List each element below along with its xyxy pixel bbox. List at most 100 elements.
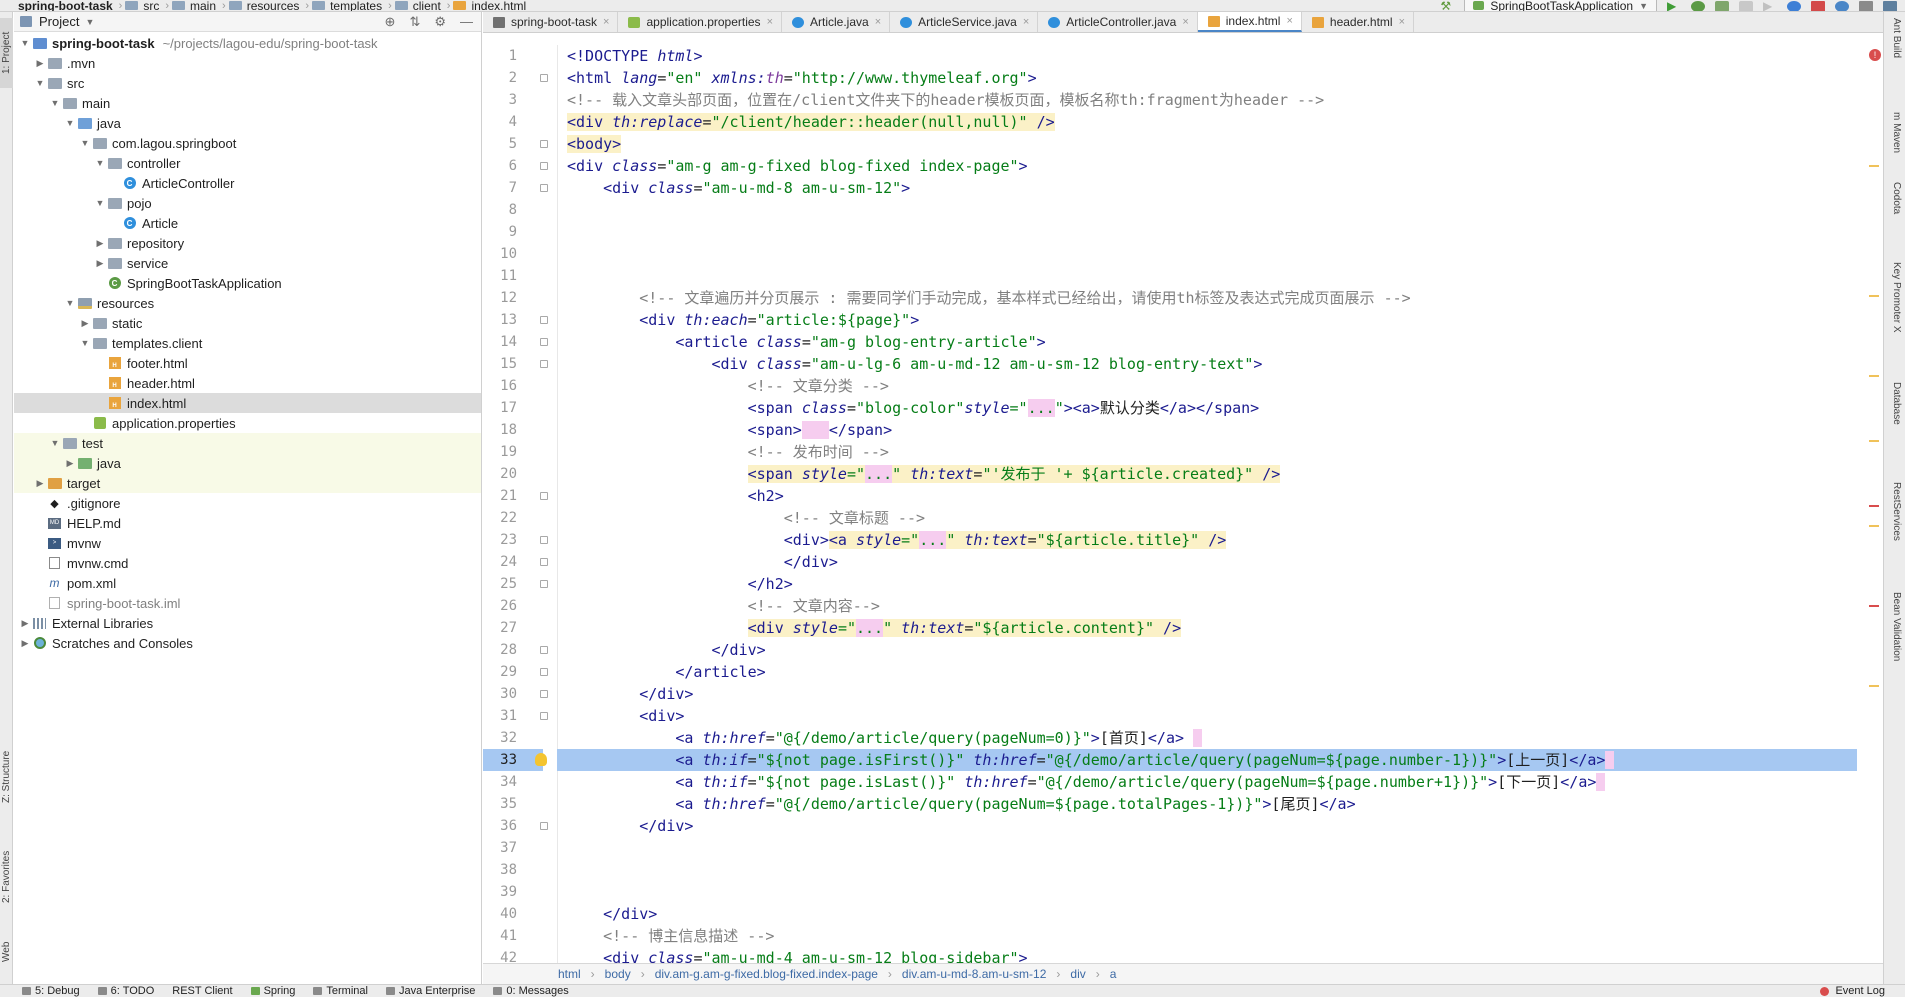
- nav-crumb-main[interactable]: main: [169, 0, 222, 11]
- chevron-down-icon[interactable]: ▼: [93, 158, 107, 168]
- fold-icon[interactable]: [540, 536, 548, 544]
- tree-item-static[interactable]: ▶ static: [14, 313, 481, 333]
- chevron-down-icon[interactable]: ▼: [78, 138, 92, 148]
- rest-services-tool-tab[interactable]: RestServices: [1888, 482, 1902, 541]
- error-stripe[interactable]: [1869, 45, 1879, 963]
- chevron-right-icon[interactable]: ▶: [33, 58, 47, 69]
- tree-item-footer-html[interactable]: Hfooter.html: [14, 353, 481, 373]
- chevron-right-icon[interactable]: ▶: [63, 458, 77, 469]
- tree-item-pom-xml[interactable]: m pom.xml: [14, 573, 481, 593]
- tree-item-external-libraries[interactable]: ▶ External Libraries: [14, 613, 481, 633]
- bean-validation-tool-tab[interactable]: Bean Validation: [1888, 592, 1902, 661]
- chevron-down-icon[interactable]: ▼: [63, 298, 77, 308]
- fold-icon[interactable]: [540, 74, 548, 82]
- code-lines[interactable]: 1 <!DOCTYPE html> 2 <html lang="en" xmlns:…: [483, 45, 1857, 963]
- chevron-right-icon[interactable]: ▶: [33, 478, 47, 489]
- close-icon[interactable]: ×: [1286, 15, 1292, 27]
- tree-item-help-md[interactable]: MD HELP.md: [14, 513, 481, 533]
- search-everywhere-icon[interactable]: [1835, 0, 1849, 11]
- lightbulb-icon[interactable]: [535, 753, 547, 766]
- tree-item-main[interactable]: ▼ main: [14, 93, 481, 113]
- tree-item-header-html[interactable]: Hheader.html: [14, 373, 481, 393]
- tree-item-mvn[interactable]: ▶ .mvn: [14, 53, 481, 73]
- chevron-right-icon[interactable]: ▶: [18, 618, 32, 629]
- todo-tool-button[interactable]: 6: TODO: [97, 985, 154, 997]
- structure-tool-tab[interactable]: Z: Structure: [0, 732, 13, 822]
- nav-crumb-src[interactable]: src: [122, 0, 165, 11]
- run-configuration-select[interactable]: SpringBootTaskApplication ▼: [1464, 0, 1657, 11]
- nav-crumb-templates[interactable]: templates: [309, 0, 388, 11]
- tab-articlecontroller-java[interactable]: ArticleController.java ×: [1038, 12, 1198, 32]
- tab-index-html[interactable]: index.html ×: [1197, 12, 1302, 32]
- tab-header-html[interactable]: header.html ×: [1302, 12, 1415, 32]
- tab-articleservice-java[interactable]: ArticleService.java ×: [890, 12, 1039, 32]
- hammer-icon[interactable]: ⚒: [1440, 0, 1454, 11]
- chevron-right-icon[interactable]: ▶: [78, 318, 92, 329]
- key-promoter-tool-tab[interactable]: Key Promoter X: [1888, 262, 1902, 333]
- debug-icon[interactable]: [1691, 0, 1705, 11]
- chevron-down-icon[interactable]: ▼: [63, 118, 77, 128]
- tree-item-project-root[interactable]: ▼ spring-boot-task ~/projects/lagou-edu/sp…: [14, 33, 481, 53]
- fold-icon[interactable]: [540, 822, 548, 830]
- chevron-right-icon[interactable]: ▶: [93, 258, 107, 269]
- spring-tool-button[interactable]: Spring: [250, 985, 295, 997]
- tab-application-properties[interactable]: application.properties ×: [618, 12, 782, 32]
- nav-crumb-file[interactable]: index.html: [450, 0, 532, 11]
- fold-icon[interactable]: [540, 360, 548, 368]
- fold-icon[interactable]: [540, 338, 548, 346]
- chevron-down-icon[interactable]: ▼: [18, 38, 32, 48]
- fold-icon[interactable]: [540, 140, 548, 148]
- tree-item-article[interactable]: C Article: [14, 213, 481, 233]
- tree-item-mvnw-cmd[interactable]: mvnw.cmd: [14, 553, 481, 573]
- breadcrumb-item[interactable]: div: [1070, 967, 1085, 981]
- coverage-icon[interactable]: [1715, 0, 1729, 11]
- tree-item-test-java[interactable]: ▶ java: [14, 453, 481, 473]
- stop-icon[interactable]: [1811, 0, 1825, 11]
- web-tool-tab[interactable]: Web: [0, 932, 13, 972]
- tree-item-scratches[interactable]: ▶ Scratches and Consoles: [14, 633, 481, 653]
- favorites-tool-tab[interactable]: 2: Favorites: [0, 832, 13, 922]
- chevron-right-icon[interactable]: ▶: [93, 238, 107, 249]
- close-icon[interactable]: ×: [1023, 16, 1029, 28]
- event-log-button[interactable]: Event Log: [1820, 985, 1905, 997]
- tree-item-repository[interactable]: ▶ repository: [14, 233, 481, 253]
- fold-icon[interactable]: [540, 162, 548, 170]
- tree-item-articlecontroller[interactable]: C ArticleController: [14, 173, 481, 193]
- chevron-right-icon[interactable]: ▶: [18, 638, 32, 649]
- messages-tool-button[interactable]: 0: Messages: [493, 985, 569, 997]
- fold-icon[interactable]: [540, 690, 548, 698]
- gear-icon[interactable]: ⚙: [434, 14, 446, 30]
- tree-item-package[interactable]: ▼ com.lagou.springboot: [14, 133, 481, 153]
- fold-icon[interactable]: [540, 580, 548, 588]
- chevron-down-icon[interactable]: ▼: [48, 98, 62, 108]
- fold-icon[interactable]: [540, 316, 548, 324]
- fold-icon[interactable]: [540, 558, 548, 566]
- project-tool-tab[interactable]: 1: Project: [0, 18, 13, 88]
- minimize-icon[interactable]: —: [460, 14, 473, 30]
- fold-icon[interactable]: [540, 492, 548, 500]
- nav-crumb-client[interactable]: client: [392, 0, 447, 11]
- rest-client-tool-button[interactable]: REST Client: [172, 985, 232, 997]
- tree-item-application-properties[interactable]: application.properties: [14, 413, 481, 433]
- tree-item-resources[interactable]: ▼ resources: [14, 293, 481, 313]
- profile-icon[interactable]: [1739, 0, 1753, 11]
- project-panel-title[interactable]: Project: [39, 14, 79, 29]
- nav-crumb-project[interactable]: spring-boot-task: [0, 0, 119, 11]
- chevron-down-icon[interactable]: ▼: [93, 198, 107, 208]
- update-icon[interactable]: [1787, 0, 1801, 11]
- tab-spring-boot-task[interactable]: spring-boot-task ×: [483, 12, 619, 32]
- close-icon[interactable]: ×: [767, 16, 773, 28]
- close-icon[interactable]: ×: [603, 16, 609, 28]
- database-tool-tab[interactable]: Database: [1888, 382, 1902, 425]
- breadcrumb-item[interactable]: div.am-g.am-g-fixed.blog-fixed.index-pag…: [655, 967, 878, 981]
- tree-item-java[interactable]: ▼ java: [14, 113, 481, 133]
- fold-icon[interactable]: [540, 712, 548, 720]
- fold-icon[interactable]: [540, 646, 548, 654]
- tree-item-templates-client[interactable]: ▼ templates.client: [14, 333, 481, 353]
- tree-item-controller[interactable]: ▼ controller: [14, 153, 481, 173]
- code-editor[interactable]: 1 <!DOCTYPE html> 2 <html lang="en" xmlns:…: [483, 45, 1905, 963]
- breadcrumb-item[interactable]: a: [1110, 967, 1117, 981]
- breadcrumb-item[interactable]: body: [605, 967, 631, 981]
- close-icon[interactable]: ×: [1182, 16, 1188, 28]
- resume-icon[interactable]: ▶: [1763, 0, 1777, 11]
